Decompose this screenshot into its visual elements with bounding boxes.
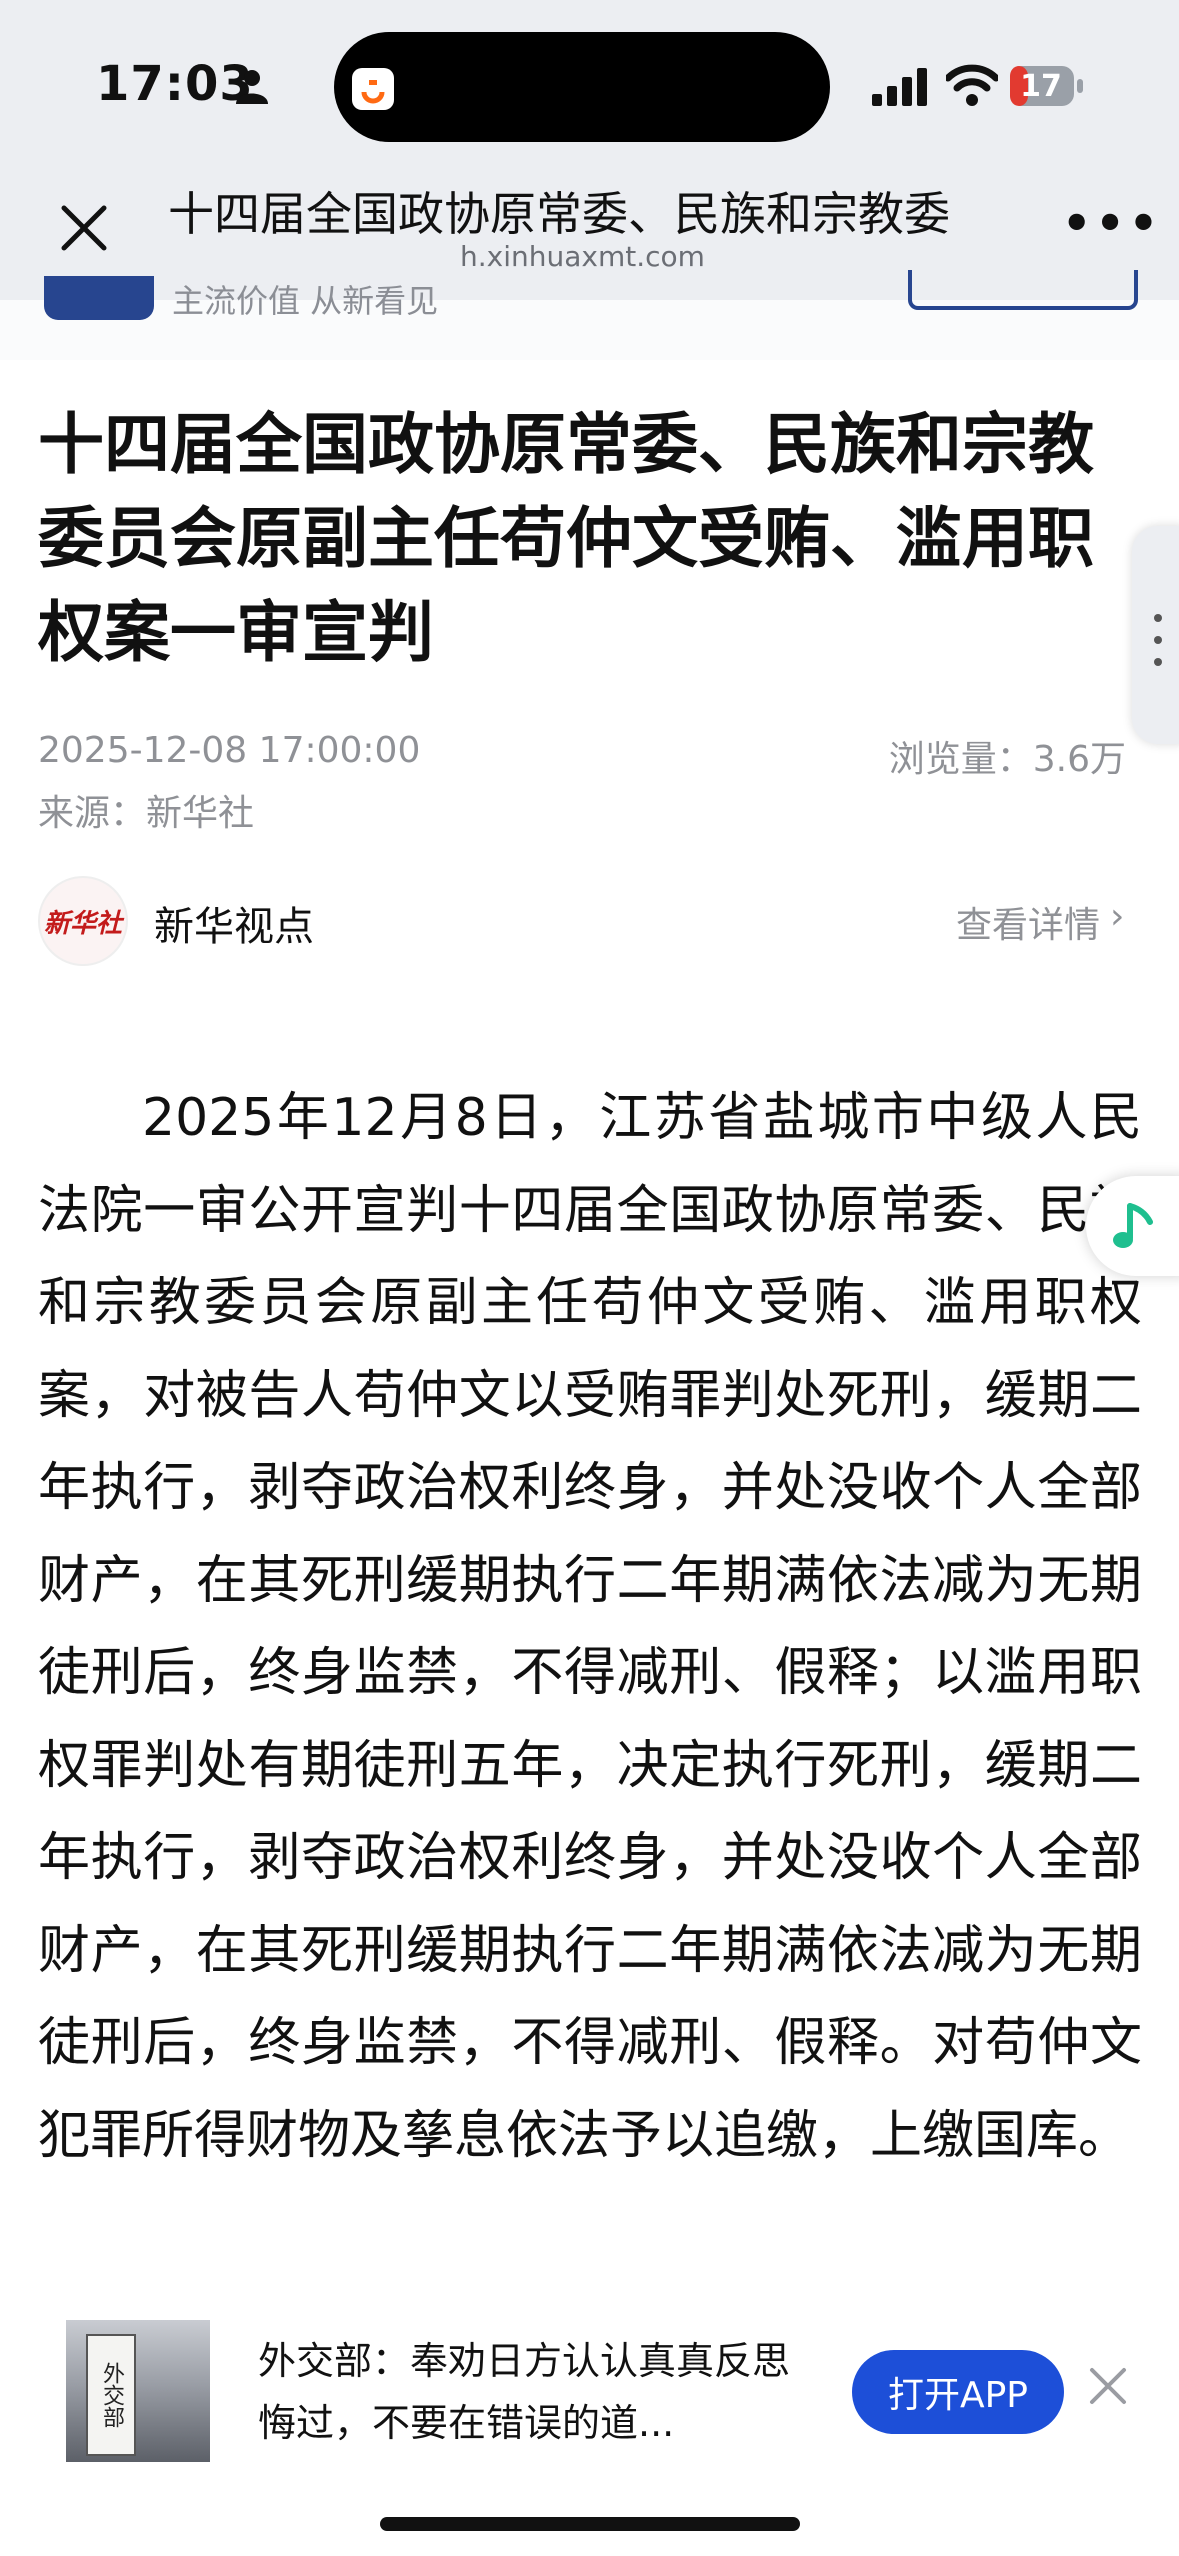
article-headline: 十四届全国政协原常委、民族和宗教委员会原副主任苟仲文受贿、滥用职权案一审宣判 [38, 406, 1094, 671]
article-source: 来源：新华社 [38, 793, 255, 834]
thumbnail-sign: 外交部 [86, 2334, 136, 2456]
header-button[interactable] [908, 270, 1138, 310]
vertical-dots-icon[interactable] [1148, 610, 1168, 670]
view-count: 浏览量：3.6万 [888, 739, 1126, 780]
page-title: 十四届全国政协原常委、民族和宗教委 [168, 187, 950, 241]
account-name[interactable]: 新华视点 [154, 894, 314, 952]
status-time: 17:03 [96, 56, 254, 112]
battery-level: 17 [1020, 68, 1062, 104]
didi-icon [352, 68, 394, 110]
page-domain: h.xinhuaxmt.com [460, 240, 705, 273]
wifi-icon [946, 64, 998, 106]
article-body: 2025年12月8日，江苏省盐城市中级人民法院一审公开宣判十四届全国政协原常委、… [38, 1088, 1142, 2166]
avatar[interactable]: 新华社 [38, 876, 128, 966]
more-icon[interactable]: ••• [1062, 196, 1158, 260]
signal-icon [872, 68, 927, 106]
news-title[interactable]: 外交部：奉劝日方认认真真反思悔过，不要在错误的道... [258, 2330, 818, 2454]
open-app-button[interactable]: 打开APP [852, 2350, 1064, 2434]
music-note-icon[interactable] [1110, 1200, 1160, 1254]
site-slogan: 主流价值 从新看见 [172, 282, 439, 320]
home-indicator [380, 2517, 800, 2531]
close-icon[interactable] [1086, 2364, 1130, 2408]
publish-date: 2025-12-08 17:00:00 [38, 730, 421, 771]
chevron-right-icon[interactable]: › [1110, 896, 1124, 937]
dynamic-island [334, 32, 830, 142]
person-icon [236, 70, 268, 104]
site-logo [44, 276, 154, 320]
close-icon[interactable] [52, 196, 116, 260]
view-details-link[interactable]: 查看详情 [956, 896, 1100, 948]
